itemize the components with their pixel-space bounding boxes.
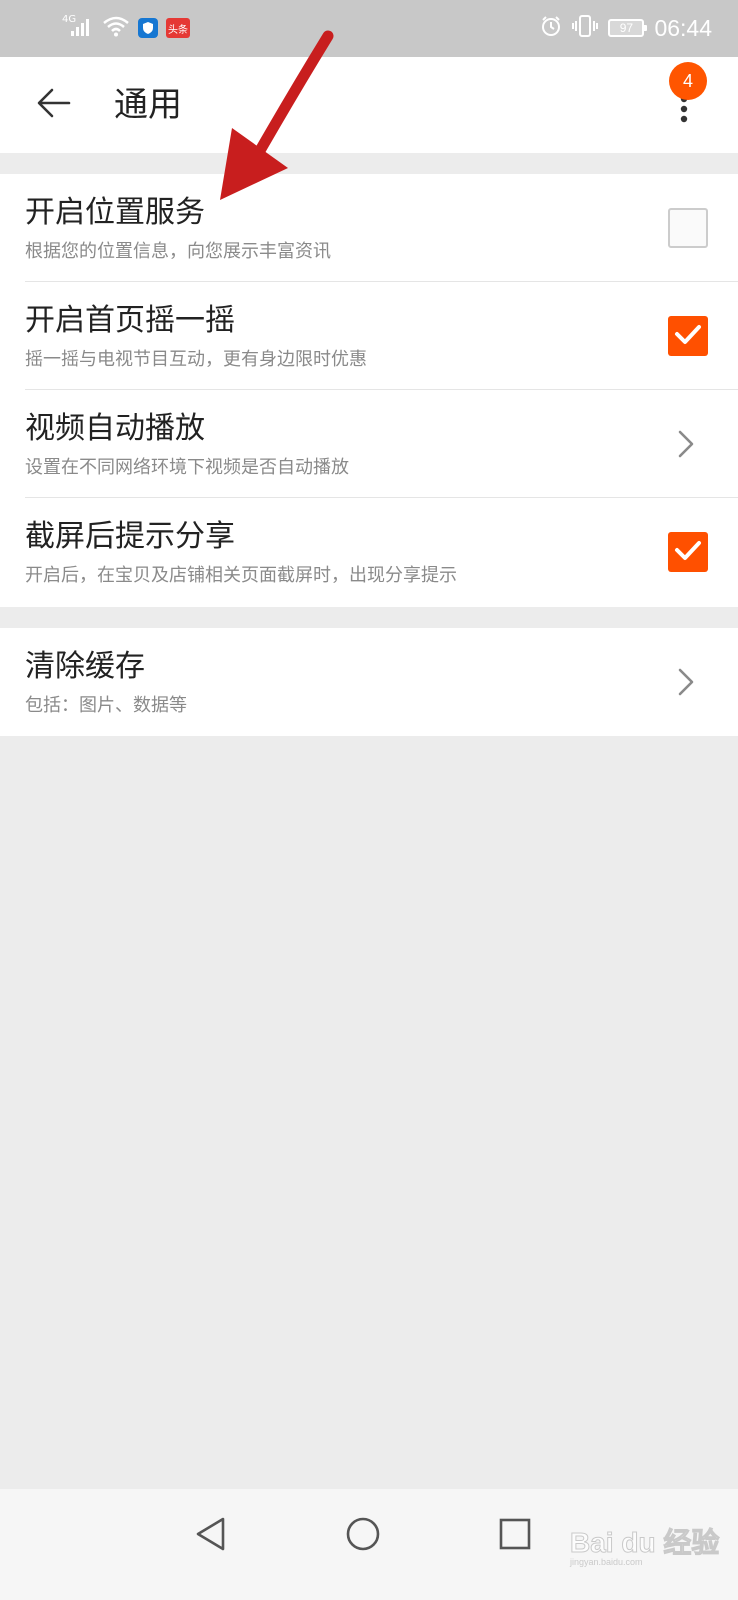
- setting-row-video-autoplay[interactable]: 视频自动播放 设置在不同网络环境下视频是否自动播放: [0, 390, 738, 498]
- status-bar-left: 头条: [62, 13, 190, 43]
- watermark-brand: Bai du 经验: [569, 1527, 720, 1559]
- watermark-url: jingyan.baidu.com: [570, 1557, 643, 1567]
- alarm-icon: [540, 15, 562, 41]
- system-nav-bar: Bai du 经验 jingyan.baidu.com: [0, 1489, 738, 1600]
- wifi-icon: [102, 15, 130, 41]
- setting-row-clear-cache[interactable]: 清除缓存 包括：图片、数据等: [0, 628, 738, 736]
- baidu-jingyan-watermark: Bai du 经验 jingyan.baidu.com: [569, 1507, 719, 1568]
- setting-title: 视频自动播放: [25, 411, 205, 446]
- security-app-icon: [138, 18, 158, 38]
- setting-subtitle: 根据您的位置信息，向您展示丰富资讯: [25, 241, 331, 262]
- nav-recents-button[interactable]: [490, 1511, 540, 1561]
- screen: 4G 头条 97 06:44 通用 4 开启位置服务 根据您的位置信息，向您展示…: [0, 0, 738, 1600]
- screenshot-share-checkbox[interactable]: [668, 532, 708, 572]
- status-time: 06:44: [654, 14, 712, 41]
- toutiao-app-icon: 头条: [166, 18, 190, 38]
- setting-title: 开启位置服务: [25, 195, 205, 230]
- nav-back-button[interactable]: [186, 1511, 236, 1561]
- status-bar: 4G 头条 97 06:44: [0, 0, 738, 57]
- page-title: 通用: [114, 85, 182, 125]
- signal-icon: [70, 15, 94, 41]
- circle-home-icon: [345, 1516, 381, 1556]
- setting-subtitle: 开启后，在宝贝及店铺相关页面截屏时，出现分享提示: [25, 565, 457, 586]
- checkmark-icon: [674, 539, 702, 565]
- app-header: 通用: [0, 57, 738, 153]
- triangle-back-icon: [194, 1516, 228, 1556]
- shake-checkbox[interactable]: [668, 316, 708, 356]
- battery-level: 97: [619, 21, 634, 35]
- vibrate-icon: [572, 14, 599, 42]
- back-button[interactable]: [30, 81, 78, 129]
- setting-subtitle: 设置在不同网络环境下视频是否自动播放: [25, 457, 349, 478]
- nav-home-button[interactable]: [338, 1511, 388, 1561]
- location-service-checkbox[interactable]: [668, 208, 708, 248]
- setting-row-shake[interactable]: 开启首页摇一摇 摇一摇与电视节目互动，更有身边限时优惠: [0, 282, 738, 390]
- status-bar-right: 97 06:44: [540, 12, 712, 44]
- square-recents-icon: [498, 1517, 532, 1555]
- setting-row-location-service[interactable]: 开启位置服务 根据您的位置信息，向您展示丰富资讯: [0, 174, 738, 282]
- chevron-right-icon: [674, 428, 698, 460]
- setting-subtitle: 摇一摇与电视节目互动，更有身边限时优惠: [25, 349, 367, 370]
- settings-group-cache: 清除缓存 包括：图片、数据等: [0, 628, 738, 736]
- arrow-left-icon: [37, 88, 71, 122]
- setting-subtitle: 包括：图片、数据等: [25, 695, 187, 716]
- chevron-right-icon: [674, 666, 698, 698]
- battery-icon: 97: [608, 19, 648, 37]
- setting-title: 截屏后提示分享: [25, 519, 235, 554]
- setting-row-screenshot-share[interactable]: 截屏后提示分享 开启后，在宝贝及店铺相关页面截屏时，出现分享提示: [0, 498, 738, 606]
- settings-group-general: 开启位置服务 根据您的位置信息，向您展示丰富资讯 开启首页摇一摇 摇一摇与电视节…: [0, 174, 738, 607]
- setting-title: 清除缓存: [25, 649, 145, 684]
- checkmark-icon: [674, 323, 702, 349]
- setting-title: 开启首页摇一摇: [25, 303, 235, 338]
- notification-badge: 4: [669, 62, 707, 100]
